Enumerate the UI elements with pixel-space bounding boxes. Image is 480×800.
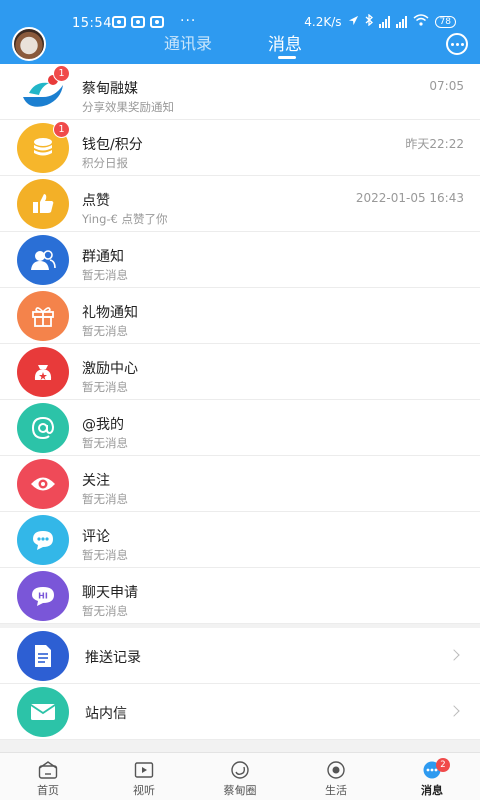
notification-app-icon (112, 16, 126, 28)
unread-badge: 1 (53, 65, 70, 82)
comment-icon (17, 515, 69, 565)
app-header: 15:54 ··· 4.2K/s 78 通讯录 消息 (0, 0, 480, 64)
eye-icon (17, 459, 69, 509)
nav-item-circle[interactable]: 蔡甸圈 (192, 753, 288, 800)
nav-message-badge: 2 (436, 758, 450, 772)
message-subtitle: 暂无消息 (82, 380, 128, 394)
message-title: 激励中心 (82, 361, 138, 377)
message-title: 钱包/积分 (82, 137, 143, 153)
status-notification-icons (112, 16, 164, 28)
message-title: 群通知 (82, 249, 124, 265)
home-icon (38, 761, 58, 779)
message-subtitle: 暂无消息 (82, 548, 128, 562)
link-list: 推送记录 站内信 (0, 628, 480, 740)
message-subtitle: 暂无消息 (82, 604, 128, 618)
message-row-follow[interactable]: 关注 暂无消息 (0, 456, 480, 512)
message-row-wallet[interactable]: 1 钱包/积分 积分日报 昨天22:22 (0, 120, 480, 176)
message-row-mentions[interactable]: @我的 暂无消息 (0, 400, 480, 456)
nav-item-home[interactable]: 首页 (0, 753, 96, 800)
reward-bag-icon (17, 347, 69, 397)
message-subtitle: 暂无消息 (82, 324, 128, 338)
active-tab-indicator (278, 56, 296, 59)
message-title: 礼物通知 (82, 305, 138, 321)
at-icon (17, 403, 69, 453)
status-more-dots: ··· (180, 13, 197, 29)
life-icon (327, 761, 345, 779)
mail-icon (17, 687, 69, 737)
thumbs-up-icon (17, 179, 69, 229)
bottom-nav: 首页 视听 蔡甸圈 生活 消息 (0, 752, 480, 800)
message-subtitle: 暂无消息 (82, 268, 128, 282)
nav-label: 首页 (37, 784, 59, 797)
message-row-likes[interactable]: 点赞 Ying-€ 点赞了你 2022-01-05 16:43 (0, 176, 480, 232)
video-play-icon (134, 762, 154, 778)
battery-indicator: 78 (434, 15, 456, 28)
message-list: 1 蔡甸融媒 分享效果奖励通知 07:05 1 钱包/积分 积分日报 昨天22:… (0, 64, 480, 624)
message-time: 07:05 (429, 79, 464, 93)
signal-icon (378, 15, 390, 28)
nav-item-messages[interactable]: 消息 (384, 753, 480, 800)
document-icon (17, 631, 69, 681)
notification-app-icon (150, 16, 164, 28)
message-title: 关注 (82, 473, 110, 489)
status-system-icons: 4.2K/s 78 (304, 13, 456, 29)
nav-label: 消息 (421, 784, 443, 797)
message-title: 聊天申请 (82, 585, 138, 601)
inbox-row[interactable]: 站内信 (0, 684, 480, 740)
wifi-icon (413, 14, 429, 29)
svg-text:HI: HI (38, 592, 48, 601)
gift-icon (17, 291, 69, 341)
chevron-right-icon (448, 649, 460, 661)
message-time: 昨天22:22 (405, 137, 464, 151)
message-title: 点赞 (82, 193, 110, 209)
hi-chat-icon: HI (17, 571, 69, 621)
notification-app-icon (131, 16, 145, 28)
chat-bubble-dots-icon[interactable] (446, 33, 468, 55)
nav-item-video[interactable]: 视听 (96, 753, 192, 800)
chevron-right-icon (448, 705, 460, 717)
message-row-chat-request[interactable]: HI 聊天申请 暂无消息 (0, 568, 480, 624)
link-title: 站内信 (85, 706, 127, 722)
message-subtitle: 分享效果奖励通知 (82, 100, 174, 114)
tab-messages[interactable]: 消息 (268, 30, 302, 55)
message-row-caidian-media[interactable]: 1 蔡甸融媒 分享效果奖励通知 07:05 (0, 64, 480, 120)
unread-badge: 1 (53, 121, 70, 138)
signal-icon (395, 15, 407, 28)
status-time: 15:54 (72, 16, 112, 31)
nav-label: 视听 (133, 784, 155, 797)
message-subtitle: 积分日报 (82, 156, 128, 170)
location-icon (348, 15, 359, 29)
bluetooth-icon (365, 13, 373, 29)
group-icon (17, 235, 69, 285)
message-subtitle: 暂无消息 (82, 492, 128, 506)
nav-item-life[interactable]: 生活 (288, 753, 384, 800)
push-records-row[interactable]: 推送记录 (0, 628, 480, 684)
nav-label: 生活 (325, 784, 347, 797)
message-title: 评论 (82, 529, 110, 545)
message-title: 蔡甸融媒 (82, 81, 138, 97)
message-subtitle: Ying-€ 点赞了你 (82, 212, 168, 226)
link-title: 推送记录 (85, 650, 141, 666)
message-time: 2022-01-05 16:43 (355, 191, 464, 205)
tab-contacts[interactable]: 通讯录 (164, 30, 212, 54)
user-avatar[interactable] (12, 27, 46, 61)
circle-logo-icon (231, 761, 249, 779)
message-subtitle: 暂无消息 (82, 436, 128, 450)
nav-label: 蔡甸圈 (223, 784, 257, 797)
message-row-gift[interactable]: 礼物通知 暂无消息 (0, 288, 480, 344)
network-speed: 4.2K/s (304, 14, 342, 29)
message-row-group-notice[interactable]: 群通知 暂无消息 (0, 232, 480, 288)
message-row-comments[interactable]: 评论 暂无消息 (0, 512, 480, 568)
message-title: @我的 (82, 417, 124, 433)
message-row-incentive[interactable]: 激励中心 暂无消息 (0, 344, 480, 400)
